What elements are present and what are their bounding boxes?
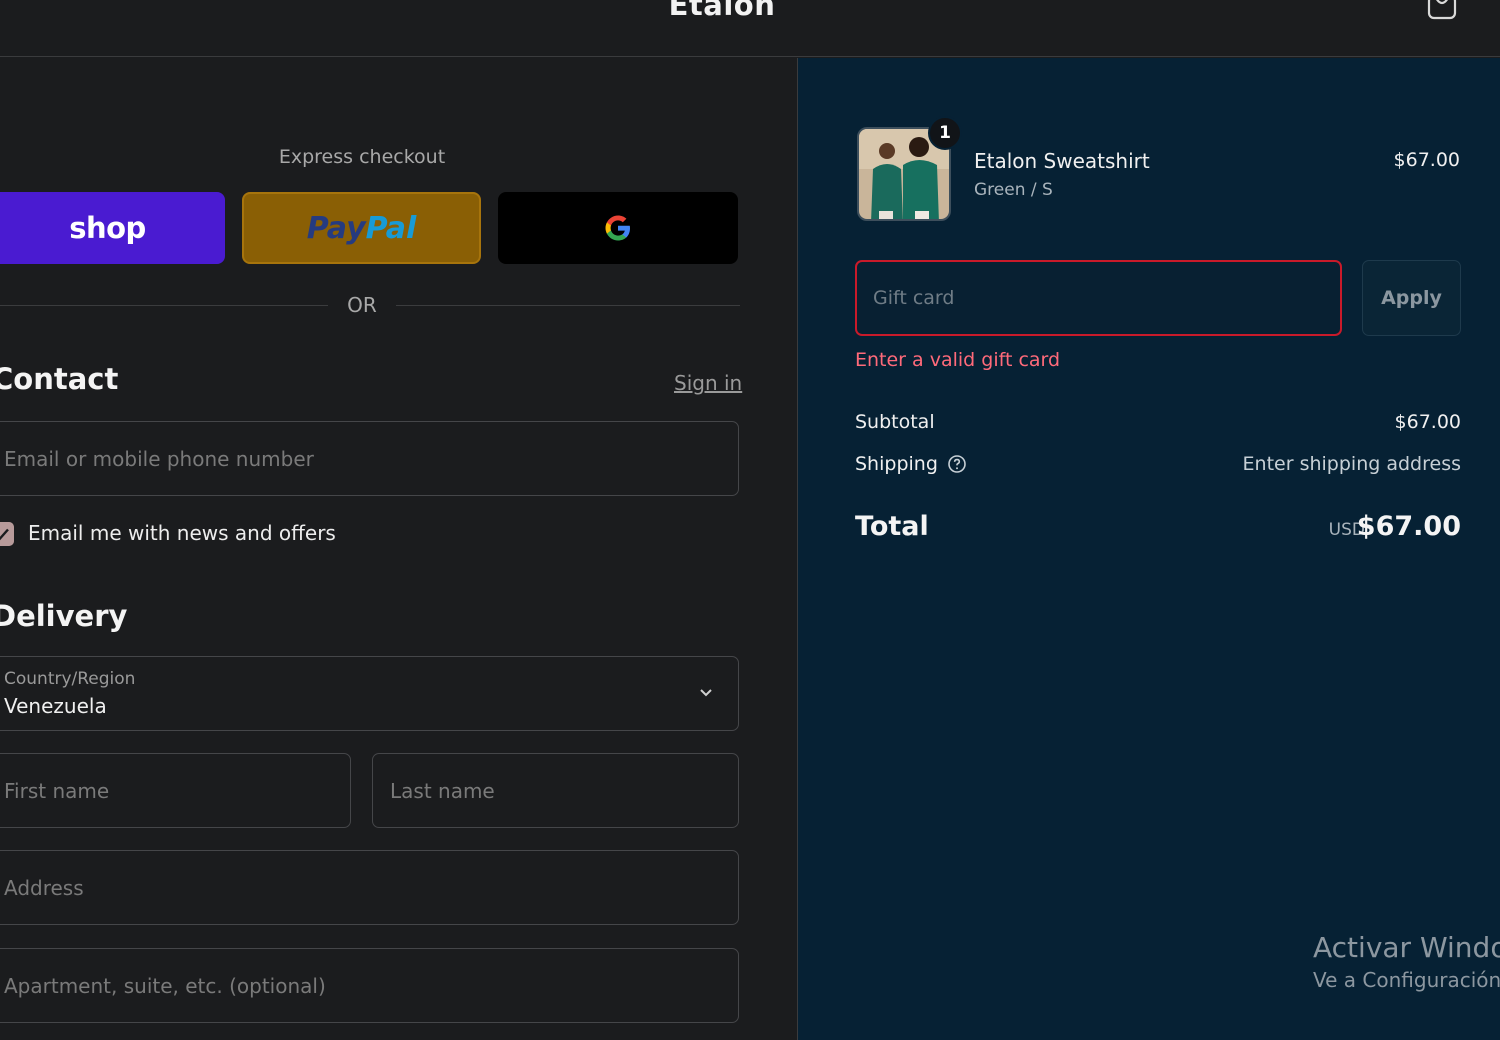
total-label: Total xyxy=(855,511,929,542)
chevron-down-icon xyxy=(700,689,712,697)
watermark-line-2: Ve a Configuración xyxy=(1313,968,1500,992)
divider-line xyxy=(396,305,740,306)
express-checkout-label: Express checkout xyxy=(278,146,446,168)
gift-card-error: Enter a valid gift card xyxy=(855,349,1061,371)
country-select[interactable]: Country/Region Venezuela xyxy=(0,656,739,731)
subtotal-label: Subtotal xyxy=(855,411,935,433)
divider-line xyxy=(0,305,328,306)
or-label: OR xyxy=(347,293,377,317)
email-input[interactable] xyxy=(0,422,738,495)
product-price: $67.00 xyxy=(1393,149,1460,171)
help-circle-icon[interactable] xyxy=(947,454,967,474)
shipping-value: Enter shipping address xyxy=(1242,453,1461,475)
sign-in-link[interactable]: Sign in xyxy=(674,371,742,395)
shop-pay-logo: shop xyxy=(69,211,146,245)
paypal-button[interactable]: PayPal xyxy=(242,192,481,264)
google-g-icon xyxy=(605,215,630,241)
gift-card-input[interactable] xyxy=(857,262,1340,334)
or-divider: OR xyxy=(0,293,740,319)
total-value: $67.00 xyxy=(1356,511,1461,542)
news-optin-label: Email me with news and offers xyxy=(28,521,336,545)
address-input[interactable] xyxy=(0,851,738,924)
apartment-input[interactable] xyxy=(0,949,738,1022)
contact-heading: Contact xyxy=(0,362,119,396)
checkout-form: Express checkout shop PayPal OR Contact … xyxy=(0,58,797,1040)
address-field[interactable] xyxy=(0,850,739,925)
total-row: Total USD $67.00 xyxy=(855,511,1461,551)
order-summary: 1 Etalon Sweatshirt Green / S $67.00 App… xyxy=(797,58,1500,1040)
shopping-bag-icon[interactable] xyxy=(1424,0,1460,24)
shipping-label: Shipping xyxy=(855,453,938,475)
watermark-line-1: Activar Windo xyxy=(1313,931,1500,964)
google-pay-button[interactable] xyxy=(498,192,738,264)
subtotal-row: Subtotal $67.00 xyxy=(855,411,1461,439)
first-name-field[interactable] xyxy=(0,753,351,828)
delivery-heading: Delivery xyxy=(0,599,128,633)
paypal-logo: PayPal xyxy=(306,210,417,246)
gift-card-field[interactable] xyxy=(855,260,1342,336)
subtotal-value: $67.00 xyxy=(1394,411,1461,433)
first-name-input[interactable] xyxy=(0,754,350,827)
shipping-row: Shipping Enter shipping address xyxy=(855,453,1461,481)
windows-activation-watermark: Activar Windo Ve a Configuración xyxy=(1313,931,1500,992)
product-name: Etalon Sweatshirt xyxy=(974,149,1150,173)
quantity-badge: 1 xyxy=(928,116,962,150)
product-variant: Green / S xyxy=(974,180,1053,200)
shop-pay-button[interactable]: shop xyxy=(0,192,225,264)
country-value: Venezuela xyxy=(4,694,107,718)
brand-logo[interactable]: Etalon xyxy=(0,0,1444,22)
country-label: Country/Region xyxy=(4,669,136,689)
last-name-input[interactable] xyxy=(373,754,738,827)
last-name-field[interactable] xyxy=(372,753,739,828)
news-checkbox[interactable] xyxy=(0,522,14,546)
email-field[interactable] xyxy=(0,421,739,496)
apartment-field[interactable] xyxy=(0,948,739,1023)
apply-button[interactable]: Apply xyxy=(1362,260,1461,336)
site-header: Etalon xyxy=(0,0,1500,57)
